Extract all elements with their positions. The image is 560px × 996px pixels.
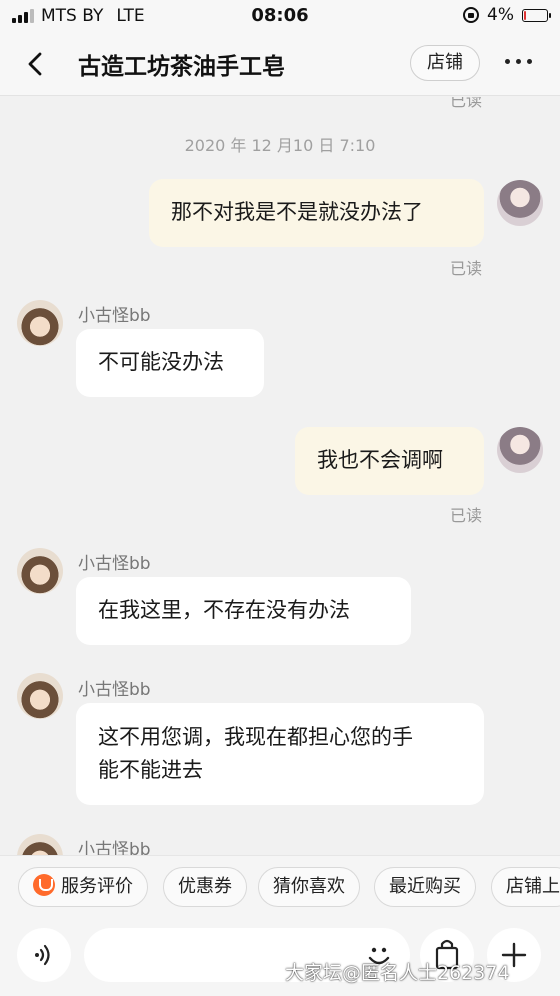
seller-avatar[interactable] [17, 673, 63, 719]
chip-coupons[interactable]: 优惠券 [163, 867, 247, 907]
voice-button[interactable] [17, 928, 71, 982]
service-rating-icon [33, 874, 55, 896]
shop-button[interactable]: 店铺 [410, 45, 480, 81]
more-dots-icon[interactable] [505, 59, 545, 69]
back-arrow-icon[interactable] [22, 50, 50, 78]
chat-area[interactable]: 已读 2020 年 12 月10 日 7:10 那不对我是不是就没办法了 已读 … [0, 97, 560, 855]
seller-message-bubble[interactable]: 不可能没办法 [76, 329, 264, 397]
sender-name: 小古怪bb [78, 554, 151, 574]
read-receipt: 已读 [450, 97, 483, 110]
chat-header: 古造工坊茶油手工皂 店铺 [0, 32, 560, 96]
battery-percent: 4% [487, 5, 514, 25]
message-timestamp: 2020 年 12 月10 日 7:10 [184, 136, 376, 155]
watermark: 大家坛@匿名人士262374 [285, 962, 510, 984]
battery-fill [524, 10, 526, 20]
chip-service-rating[interactable]: 服务评价 [18, 867, 148, 907]
status-bar: MTS BY LTE 08:06 4% [0, 0, 560, 32]
seller-avatar[interactable] [17, 548, 63, 594]
rotation-lock-icon [463, 7, 480, 23]
message-line: 能不能进去 [98, 758, 203, 782]
read-receipt: 已读 [450, 506, 483, 525]
seller-message-bubble[interactable]: 这不用您调，我现在都担心您的手 能不能进去 [76, 703, 484, 805]
status-right: 4% [463, 5, 551, 25]
sender-name: 小古怪bb [78, 306, 151, 326]
my-avatar[interactable] [497, 427, 543, 473]
chip-label: 服务评价 [61, 876, 133, 897]
chip-shop-new[interactable]: 店铺上 [491, 867, 560, 907]
battery-icon [522, 8, 551, 22]
chip-guess-you-like[interactable]: 猜你喜欢 [258, 867, 360, 907]
my-avatar[interactable] [497, 180, 543, 226]
shop-title: 古造工坊茶油手工皂 [78, 54, 285, 80]
seller-avatar[interactable] [17, 834, 63, 855]
my-message-bubble[interactable]: 那不对我是不是就没办法了 [149, 179, 484, 247]
seller-message-bubble[interactable]: 在我这里，不存在没有办法 [76, 577, 411, 645]
quick-actions-bar[interactable]: 服务评价 优惠券 猜你喜欢 最近购买 店铺上 [0, 855, 560, 918]
seller-avatar[interactable] [17, 300, 63, 346]
sender-name: 小古怪bb [78, 840, 151, 855]
sender-name: 小古怪bb [78, 680, 151, 700]
voice-icon [35, 944, 50, 966]
chip-recent-purchases[interactable]: 最近购买 [374, 867, 476, 907]
message-line: 这不用您调，我现在都担心您的手 [98, 725, 413, 749]
my-message-bubble[interactable]: 我也不会调啊 [295, 427, 484, 495]
read-receipt: 已读 [450, 259, 483, 278]
